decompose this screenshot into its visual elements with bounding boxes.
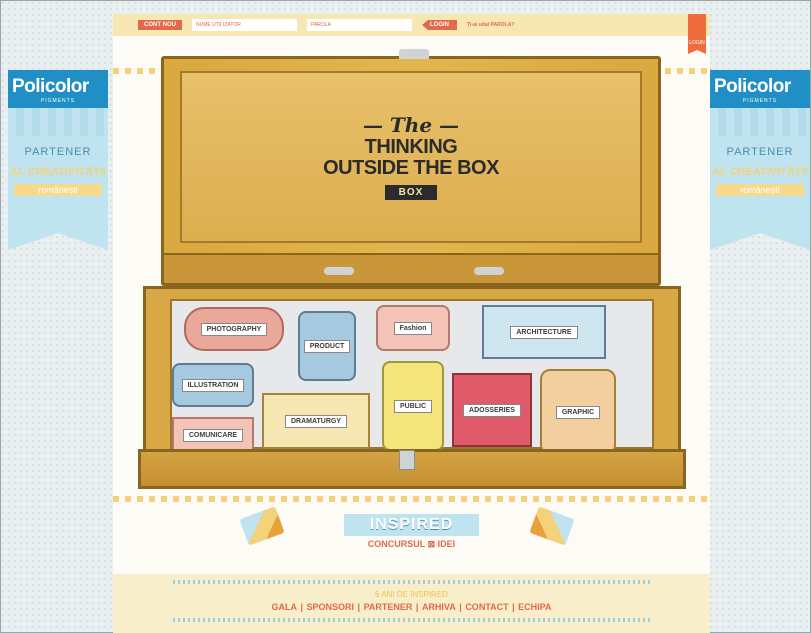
comunicare-label: COMUNICARE [182, 428, 244, 442]
headline-line2: OUTSIDE THE BOX [323, 157, 499, 179]
top-bar: CONT NOU NUME UTILIZATOR PAROLA LOGIN Ți… [113, 14, 710, 54]
dramaturgy-label: DRAMATURGY [284, 414, 348, 428]
architecture-label: ARCHITECTURE [510, 325, 578, 339]
new-account-button[interactable]: CONT NOU [138, 20, 182, 30]
tray-front [138, 449, 686, 489]
tray-inner: PHOTOGRAPHY PRODUCT Fashion ARCHITECTURE… [170, 299, 654, 455]
partner-text: PARTENER [726, 146, 794, 158]
nav-sponsori[interactable]: SPONSORI [306, 602, 356, 612]
inspired-brand[interactable]: INSPIRED CONCURSUL ⊠ IDEI [113, 514, 710, 550]
hinge-icon [324, 267, 354, 275]
accessories-tin[interactable]: ADOSSERIES [452, 373, 532, 447]
nav-gala[interactable]: GALA [270, 602, 298, 612]
sponsor-ribbon: PARTENER AL CREATIVITĂȚII românești [710, 108, 810, 250]
public-tin[interactable]: PUBLIC [382, 361, 444, 451]
hinge-icon [474, 267, 504, 275]
fashion-label: Fashion [393, 321, 433, 335]
box-tag: BOX [384, 185, 438, 200]
nav-arhiva[interactable]: ARHIVA [421, 602, 457, 612]
policolor-logo[interactable]: Policolor PIGMENTS [8, 70, 108, 108]
headline-line1: THINKING [364, 136, 458, 158]
years-text: 6 ANI DE INSPIRED [375, 590, 448, 599]
username-input[interactable]: NUME UTILIZATOR [192, 19, 297, 31]
sponsor-ribbon: PARTENER AL CREATIVITĂȚII românești [8, 108, 108, 250]
romanian-text: românești [716, 184, 804, 196]
dotted-divider [173, 580, 650, 584]
graphic-tin[interactable]: GRAPHIC [540, 369, 616, 455]
nav-contact[interactable]: CONTACT [464, 602, 509, 612]
wave-decoration [710, 108, 810, 136]
inspired-logo[interactable]: INSPIRED [343, 514, 480, 536]
romanian-text: românești [14, 184, 102, 196]
headline: — The — THINKING OUTSIDE THE BOX BOX [182, 113, 640, 200]
fashion-tin[interactable]: Fashion [376, 305, 450, 351]
login-ribbon[interactable]: LOGIN [688, 14, 706, 54]
nav-partener[interactable]: PARTENER [363, 602, 414, 612]
contest-tagline: CONCURSUL ⊠ IDEI [367, 539, 456, 549]
public-label: PUBLIC [393, 399, 433, 413]
creativity-text: AL CREATIVITĂȚII [712, 166, 808, 178]
wavy-divider [113, 496, 710, 502]
latch-icon [399, 450, 415, 470]
left-sponsor-banner[interactable]: Policolor PIGMENTS PARTENER AL CREATIVITĂ… [8, 70, 108, 250]
product-tin[interactable]: PRODUCT [298, 311, 356, 381]
box-tray: PHOTOGRAPHY PRODUCT Fashion ARCHITECTURE… [138, 286, 686, 489]
lid-edge [164, 253, 658, 283]
dotted-divider [173, 618, 650, 622]
password-input[interactable]: PAROLA [307, 19, 412, 31]
architecture-tin[interactable]: ARCHITECTURE [482, 305, 606, 359]
accessories-label: ADOSSERIES [463, 403, 521, 417]
login-button[interactable]: LOGIN [422, 20, 457, 30]
wave-decoration [8, 108, 108, 136]
right-sponsor-banner[interactable]: Policolor PIGMENTS PARTENER AL CREATIVITĂ… [710, 70, 810, 250]
creativity-text: AL CREATIVITĂȚII [10, 166, 106, 178]
lid-panel: — The — THINKING OUTSIDE THE BOX BOX [180, 71, 642, 243]
graphic-label: GRAPHIC [555, 405, 601, 419]
illustration-label: ILLUSTRATION [181, 378, 245, 392]
lid-latch [399, 49, 429, 59]
dramaturgy-tin[interactable]: DRAMATURGY [262, 393, 370, 449]
comunicare-tin[interactable]: COMUNICARE [172, 417, 254, 453]
footer: 6 ANI DE INSPIRED GALA | SPONSORI | PART… [113, 574, 710, 633]
policolor-logo[interactable]: Policolor PIGMENTS [710, 70, 810, 108]
illustration-tin[interactable]: ILLUSTRATION [172, 363, 254, 407]
photography-label: PHOTOGRAPHY [200, 322, 268, 336]
footer-nav: GALA | SPONSORI | PARTENER | ARHIVA | CO… [270, 602, 552, 612]
product-label: PRODUCT [303, 339, 351, 353]
nav-echipa[interactable]: ECHIPA [517, 602, 552, 612]
main-page: CONT NOU NUME UTILIZATOR PAROLA LOGIN Ți… [113, 14, 710, 633]
partner-text: PARTENER [24, 146, 92, 158]
headline-the: — The — [362, 113, 460, 137]
box-lid: — The — THINKING OUTSIDE THE BOX BOX [161, 49, 661, 286]
photography-tin[interactable]: PHOTOGRAPHY [184, 307, 284, 351]
forgot-password-link[interactable]: Ți-ai uitat PAROLA? [467, 22, 514, 28]
